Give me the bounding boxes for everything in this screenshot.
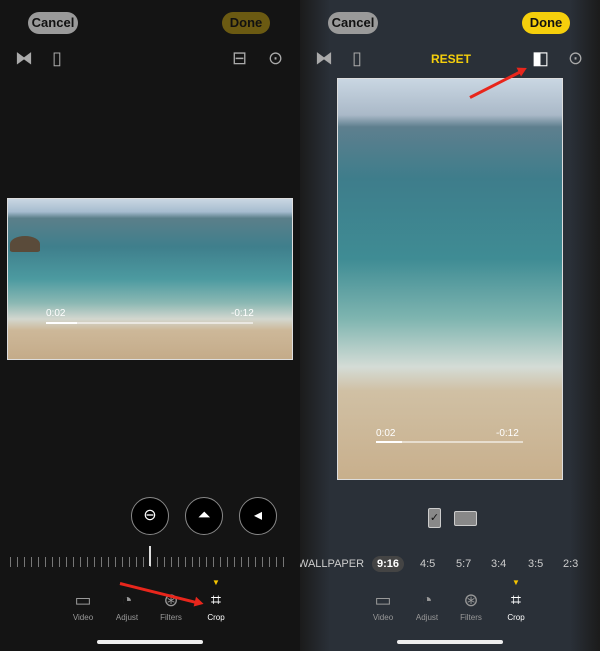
active-indicator: ▼ — [512, 578, 520, 587]
video-frame[interactable] — [337, 78, 563, 480]
cancel-button[interactable]: Cancel — [328, 12, 378, 34]
adjust-icon: ◔ — [121, 590, 133, 610]
cancel-button[interactable]: Cancel — [28, 12, 78, 34]
tool-adjust[interactable]: ◔ Adjust — [407, 590, 447, 622]
portrait-orientation-button[interactable]: ✓ — [428, 508, 441, 528]
tool-adjust[interactable]: ◔ Adjust — [107, 590, 147, 622]
tool-label: Crop — [207, 613, 225, 622]
video-icon: ▭ — [74, 590, 92, 610]
rock — [10, 236, 40, 252]
ratio-5-7[interactable]: 5:7 — [456, 556, 471, 572]
tool-video[interactable]: ▭ Video — [63, 590, 103, 622]
tool-label: Filters — [160, 613, 182, 622]
active-indicator: ▼ — [212, 578, 220, 587]
dial-indicator — [149, 546, 151, 566]
aspect-ratio-icon[interactable]: ⊟ — [232, 48, 247, 68]
right-screen: Cancel Done ⧓ ▯ RESET ◧ ⊙ 0:02 -0:12 ✓ W… — [300, 0, 600, 651]
crop-icon: ⌗ — [510, 590, 522, 610]
video-icon: ▭ — [374, 590, 392, 610]
vertical-perspective-button[interactable]: ⏶ — [185, 497, 223, 535]
tool-label: Video — [72, 613, 94, 622]
flip-icon[interactable]: ⧓ — [315, 48, 333, 68]
adjust-icon: ◔ — [421, 590, 433, 610]
scrubber[interactable] — [46, 322, 253, 324]
rotate-icon[interactable]: ▯ — [52, 48, 62, 68]
horizontal-perspective-button[interactable]: ◂ — [239, 497, 277, 535]
ratio-2-3[interactable]: 2:3 — [563, 556, 578, 572]
ratio-3-5[interactable]: 3:5 — [528, 556, 543, 572]
filters-icon: ⊛ — [463, 590, 479, 610]
rotate-icon[interactable]: ▯ — [352, 48, 362, 68]
ratio-4-5[interactable]: 4:5 — [420, 556, 435, 572]
done-button[interactable]: Done — [222, 12, 270, 34]
tool-label: Crop — [507, 613, 525, 622]
reset-button[interactable]: RESET — [431, 52, 471, 66]
tool-label: Filters — [460, 613, 482, 622]
scrubber[interactable] — [376, 441, 523, 443]
home-indicator — [397, 640, 503, 644]
tool-filters[interactable]: ⊛ Filters — [451, 590, 491, 622]
tool-label: Adjust — [415, 613, 439, 622]
tool-label: Video — [372, 613, 394, 622]
ratio-wallpaper[interactable]: WALLPAPER — [300, 556, 364, 572]
video-frame[interactable] — [7, 198, 293, 360]
ratio-9-16[interactable]: 9:16 — [372, 556, 405, 572]
home-indicator — [97, 640, 203, 644]
done-button[interactable]: Done — [522, 12, 570, 34]
tool-video[interactable]: ▭ Video — [363, 590, 403, 622]
landscape-orientation-button[interactable] — [454, 511, 477, 526]
tool-crop[interactable]: ⌗ Crop — [496, 590, 536, 622]
time-elapsed: 0:02 — [376, 428, 396, 439]
more-icon[interactable]: ⊙ — [568, 48, 583, 68]
more-icon[interactable]: ⊙ — [268, 48, 283, 68]
left-screen: Cancel Done ⧓ ▯ ⊟ ⊙ 0:02 -0:12 ⊖ ⏶ ◂ ▼ ▭… — [0, 0, 300, 651]
aspect-ratio-icon[interactable]: ◧ — [532, 48, 549, 68]
flip-icon[interactable]: ⧓ — [15, 48, 33, 68]
straighten-button[interactable]: ⊖ — [131, 497, 169, 535]
time-elapsed: 0:02 — [46, 308, 66, 319]
time-remaining: -0:12 — [496, 428, 519, 439]
ratio-3-4[interactable]: 3:4 — [491, 556, 506, 572]
tool-label: Adjust — [115, 613, 139, 622]
time-remaining: -0:12 — [231, 308, 254, 319]
